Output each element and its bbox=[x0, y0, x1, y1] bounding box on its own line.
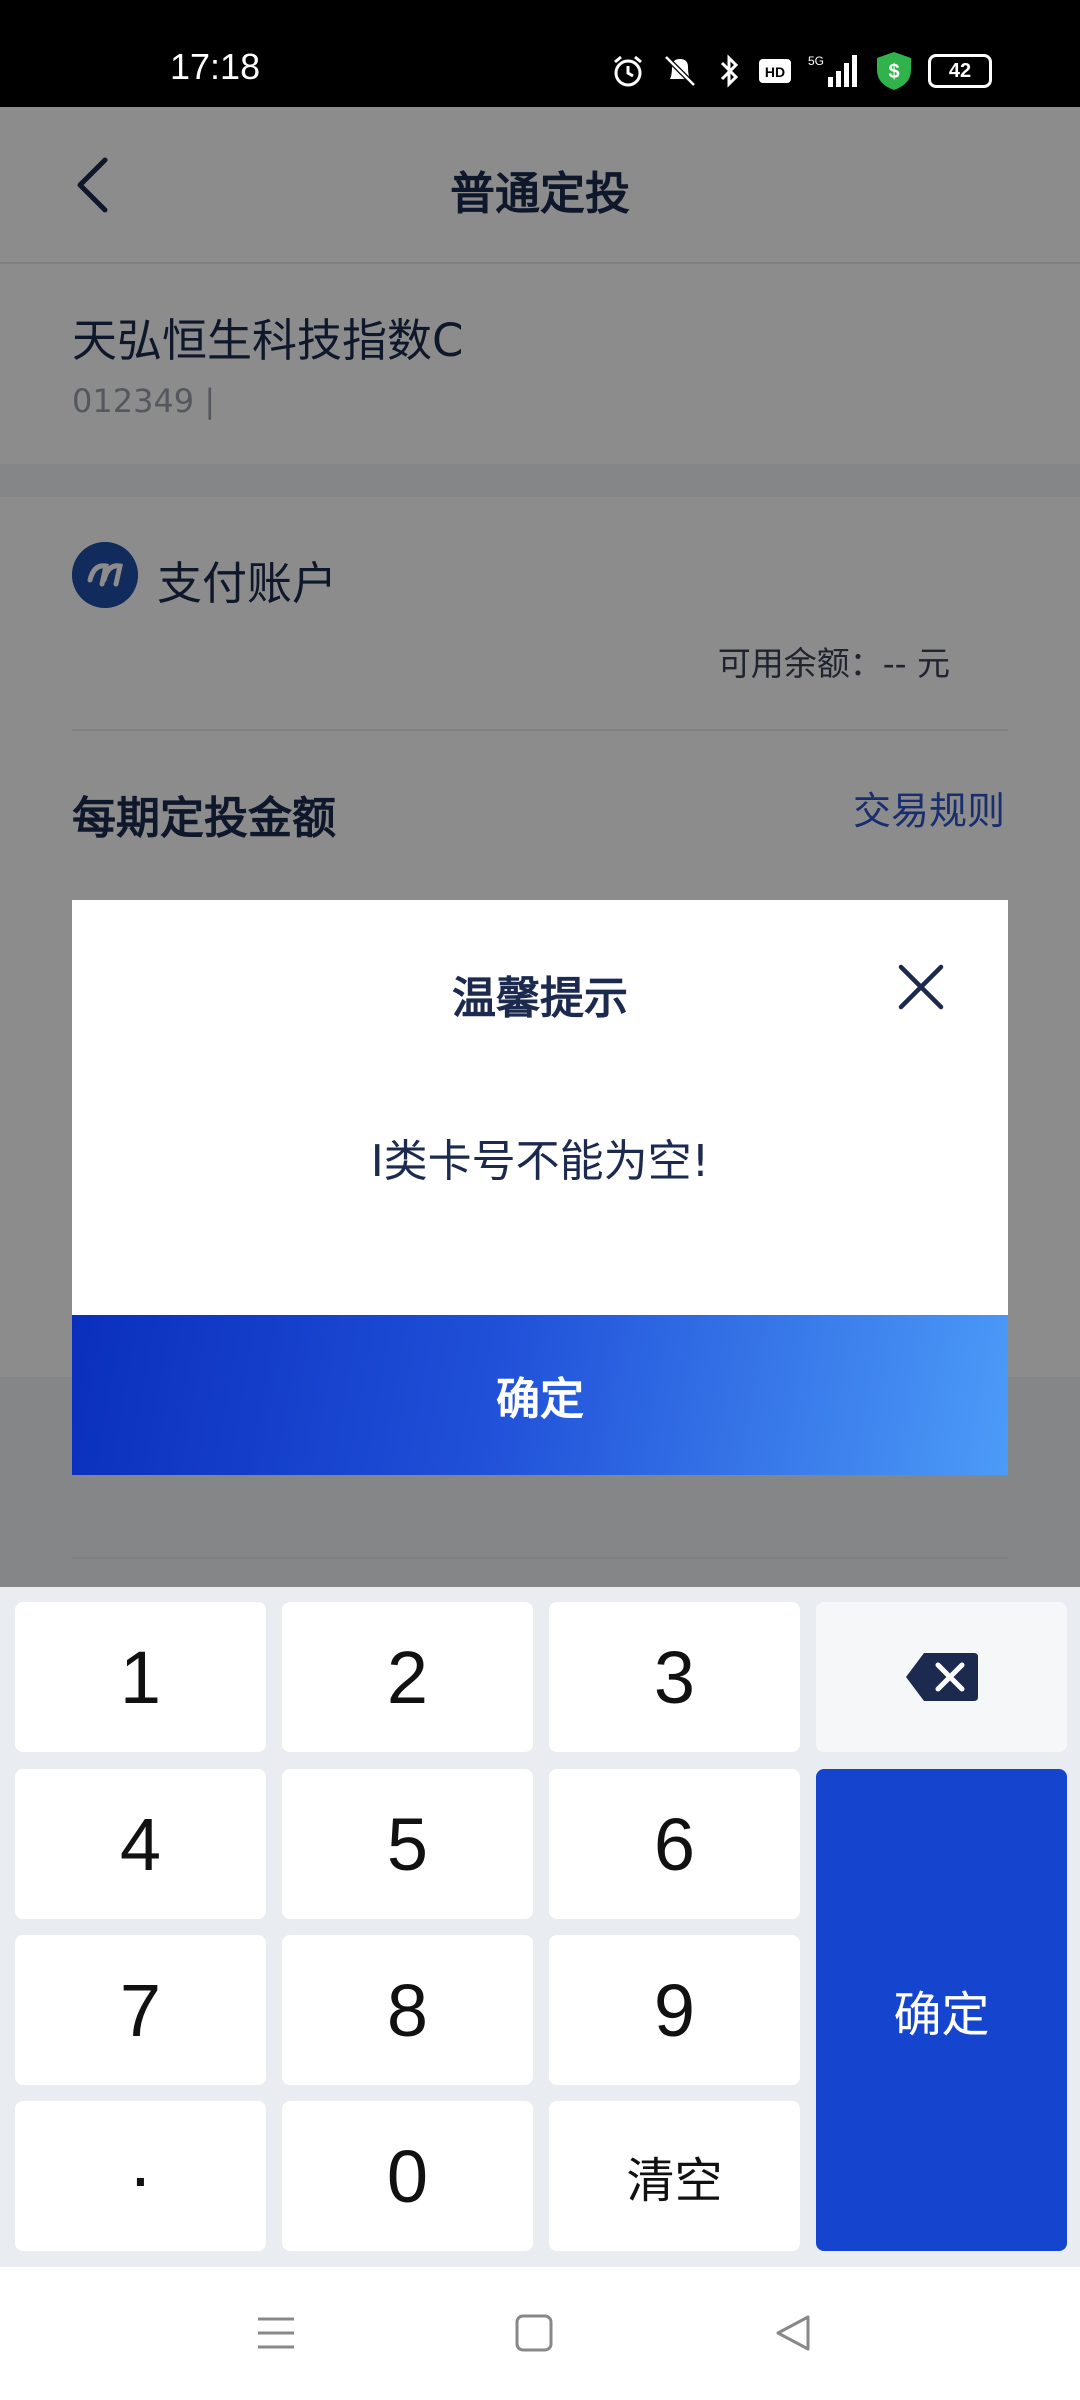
key-dot[interactable]: · bbox=[15, 2101, 266, 2251]
svg-text:HD: HD bbox=[765, 64, 785, 80]
menu-icon[interactable] bbox=[256, 2313, 296, 2353]
key-6[interactable]: 6 bbox=[549, 1769, 800, 1919]
status-icons: HD 5G $ 42 bbox=[610, 50, 992, 92]
battery-icon: 42 bbox=[928, 54, 992, 88]
keyboard-confirm-button[interactable]: 确定 bbox=[816, 1769, 1067, 2251]
key-0[interactable]: 0 bbox=[282, 2101, 533, 2251]
key-7[interactable]: 7 bbox=[15, 1935, 266, 2085]
bluetooth-icon bbox=[720, 54, 739, 88]
dialog-message: I类卡号不能为空! bbox=[370, 1136, 710, 1187]
alarm-icon bbox=[614, 55, 642, 87]
backspace-icon bbox=[905, 1653, 978, 1701]
status-time: 17:18 bbox=[170, 46, 261, 87]
mute-icon bbox=[664, 55, 696, 87]
dialog-confirm-button[interactable]: 确定 bbox=[72, 1315, 1008, 1475]
key-5[interactable]: 5 bbox=[282, 1769, 533, 1919]
system-nav-bar bbox=[0, 2267, 1080, 2400]
alert-dialog: 温馨提示 I类卡号不能为空! 确定 bbox=[72, 900, 1008, 1475]
dialog-title: 温馨提示 bbox=[452, 973, 628, 1024]
key-1[interactable]: 1 bbox=[15, 1602, 266, 1752]
numeric-keyboard: 1 2 3 4 5 6 确定 7 8 9 · 0 清空 bbox=[0, 1587, 1080, 2267]
svg-text:$: $ bbox=[888, 61, 899, 83]
key-2[interactable]: 2 bbox=[282, 1602, 533, 1752]
back-icon[interactable] bbox=[772, 2313, 812, 2353]
delete-key[interactable] bbox=[816, 1602, 1067, 1752]
home-icon[interactable] bbox=[514, 2313, 554, 2353]
shield-dollar-icon: $ bbox=[877, 52, 911, 90]
signal-icon: 5G bbox=[808, 54, 857, 87]
clear-key[interactable]: 清空 bbox=[549, 2101, 800, 2251]
key-4[interactable]: 4 bbox=[15, 1769, 266, 1919]
key-8[interactable]: 8 bbox=[282, 1935, 533, 2085]
key-3[interactable]: 3 bbox=[549, 1602, 800, 1752]
close-icon[interactable] bbox=[896, 962, 946, 1012]
key-9[interactable]: 9 bbox=[549, 1935, 800, 2085]
svg-text:5G: 5G bbox=[808, 54, 824, 68]
status-bar: 17:18 HD 5G $ 42 bbox=[0, 0, 1080, 107]
hd-icon: HD bbox=[759, 59, 791, 83]
